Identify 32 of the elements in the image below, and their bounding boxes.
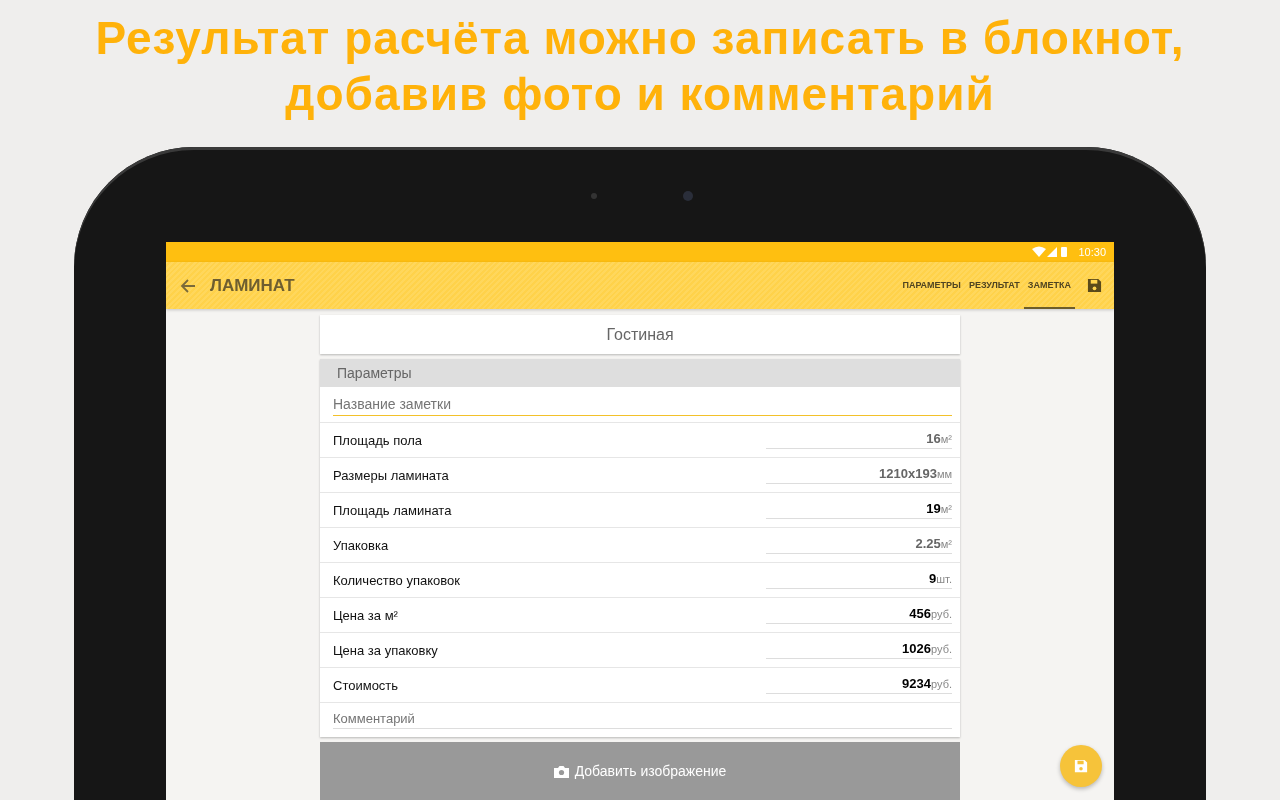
parameter-value-field[interactable]: 2.25м² bbox=[766, 536, 952, 554]
camera-icon bbox=[683, 191, 693, 201]
parameter-value-field[interactable]: 9шт. bbox=[766, 571, 952, 589]
save-icon bbox=[1074, 759, 1088, 773]
parameter-value-field[interactable]: 9234руб. bbox=[766, 676, 952, 694]
tab[interactable]: РЕЗУЛЬТАТ bbox=[964, 262, 1024, 309]
room-title: Гостиная bbox=[606, 325, 674, 344]
note-name-field[interactable]: Название заметки bbox=[333, 393, 952, 416]
parameter-label: Количество упаковок bbox=[333, 572, 460, 588]
parameter-label: Площадь ламината bbox=[333, 502, 452, 518]
tab[interactable]: ПАРАМЕТРЫ bbox=[898, 262, 965, 309]
parameter-value-field[interactable]: 19м² bbox=[766, 501, 952, 519]
section-title: Параметры bbox=[337, 365, 412, 381]
parameter-value-field[interactable]: 456руб. bbox=[766, 606, 952, 624]
parameter-label: Упаковка bbox=[333, 537, 389, 553]
parameter-value-field[interactable]: 1210x193мм bbox=[766, 466, 952, 484]
app-title: ЛАМИНАТ bbox=[210, 275, 295, 296]
parameter-label: Площадь пола bbox=[333, 432, 422, 448]
tab[interactable]: ЗАМЕТКА bbox=[1023, 262, 1075, 309]
parameter-value-field[interactable]: 16м² bbox=[766, 431, 952, 449]
status-time: 10:30 bbox=[1078, 246, 1106, 258]
back-arrow-icon[interactable] bbox=[180, 277, 196, 294]
parameter-label: Размеры ламината bbox=[333, 467, 449, 483]
camera-icon bbox=[553, 764, 569, 778]
parameter-value-field[interactable]: 1026руб. bbox=[766, 641, 952, 659]
parameter-label: Цена за упаковку bbox=[333, 642, 438, 658]
headline-text: добавив фото и комментарий bbox=[285, 67, 995, 122]
sensor-icon bbox=[591, 193, 597, 199]
parameter-label: Цена за м² bbox=[333, 607, 398, 623]
parameter-label: Стоимость bbox=[333, 677, 399, 693]
headline-text: Результат расчёта можно записать в блокнот, bbox=[95, 11, 1185, 66]
save-icon[interactable] bbox=[1087, 278, 1102, 293]
